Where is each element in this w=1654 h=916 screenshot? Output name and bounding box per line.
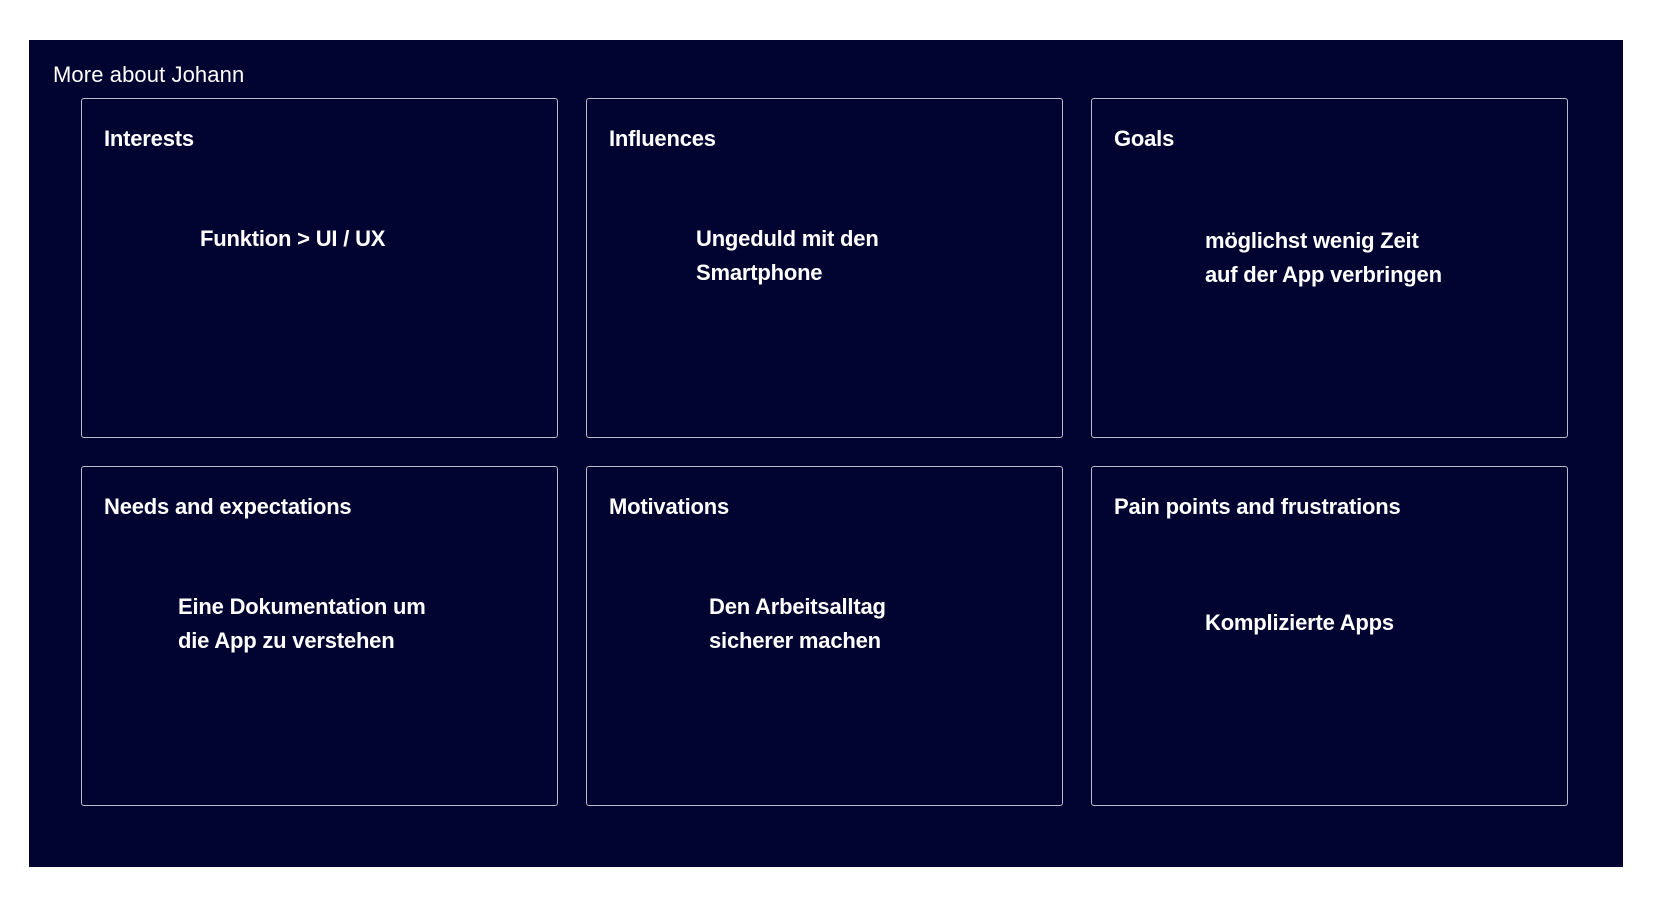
persona-details-section: More about Johann Interests Funktion > U… <box>29 40 1623 867</box>
card-heading-needs: Needs and expectations <box>104 494 352 519</box>
goals-card: Goals möglichst wenig Zeit auf der App v… <box>1091 98 1568 438</box>
card-line: Funktion > UI / UX <box>200 226 386 251</box>
card-content-influences: Ungeduld mit den Smartphone <box>696 222 879 290</box>
interests-card: Interests Funktion > UI / UX <box>81 98 558 438</box>
card-line: Ungeduld mit den <box>696 226 879 251</box>
card-line: möglichst wenig Zeit <box>1205 228 1419 253</box>
influences-card: Influences Ungeduld mit den Smartphone <box>586 98 1063 438</box>
needs-card: Needs and expectations Eine Dokumentatio… <box>81 466 558 806</box>
card-content-pain-points: Komplizierte Apps <box>1205 606 1394 640</box>
card-line: Komplizierte Apps <box>1205 610 1394 635</box>
card-heading-pain-points: Pain points and frustrations <box>1114 494 1401 519</box>
card-heading-goals: Goals <box>1114 126 1175 151</box>
title-gap <box>81 90 281 96</box>
card-heading-interests: Interests <box>104 126 194 151</box>
card-line: Eine Dokumentation um <box>178 594 426 619</box>
section-title: More about Johann <box>53 62 245 87</box>
card-line: sicherer machen <box>709 628 881 653</box>
card-content-needs: Eine Dokumentation um die App zu versteh… <box>178 590 426 658</box>
card-line: die App zu verstehen <box>178 628 395 653</box>
motivations-card: Motivations Den Arbeitsalltag sicherer m… <box>586 466 1063 806</box>
card-heading-motivations: Motivations <box>609 494 730 519</box>
card-line: auf der App verbringen <box>1205 262 1442 287</box>
card-content-motivations: Den Arbeitsalltag sicherer machen <box>709 590 886 658</box>
pain-points-card: Pain points and frustrations Kompliziert… <box>1091 466 1568 806</box>
card-heading-influences: Influences <box>609 126 716 151</box>
card-line: Smartphone <box>696 260 823 285</box>
card-content-goals: möglichst wenig Zeit auf der App verbrin… <box>1205 224 1442 292</box>
card-content-interests: Funktion > UI / UX <box>200 222 385 256</box>
card-line: Den Arbeitsalltag <box>709 594 886 619</box>
